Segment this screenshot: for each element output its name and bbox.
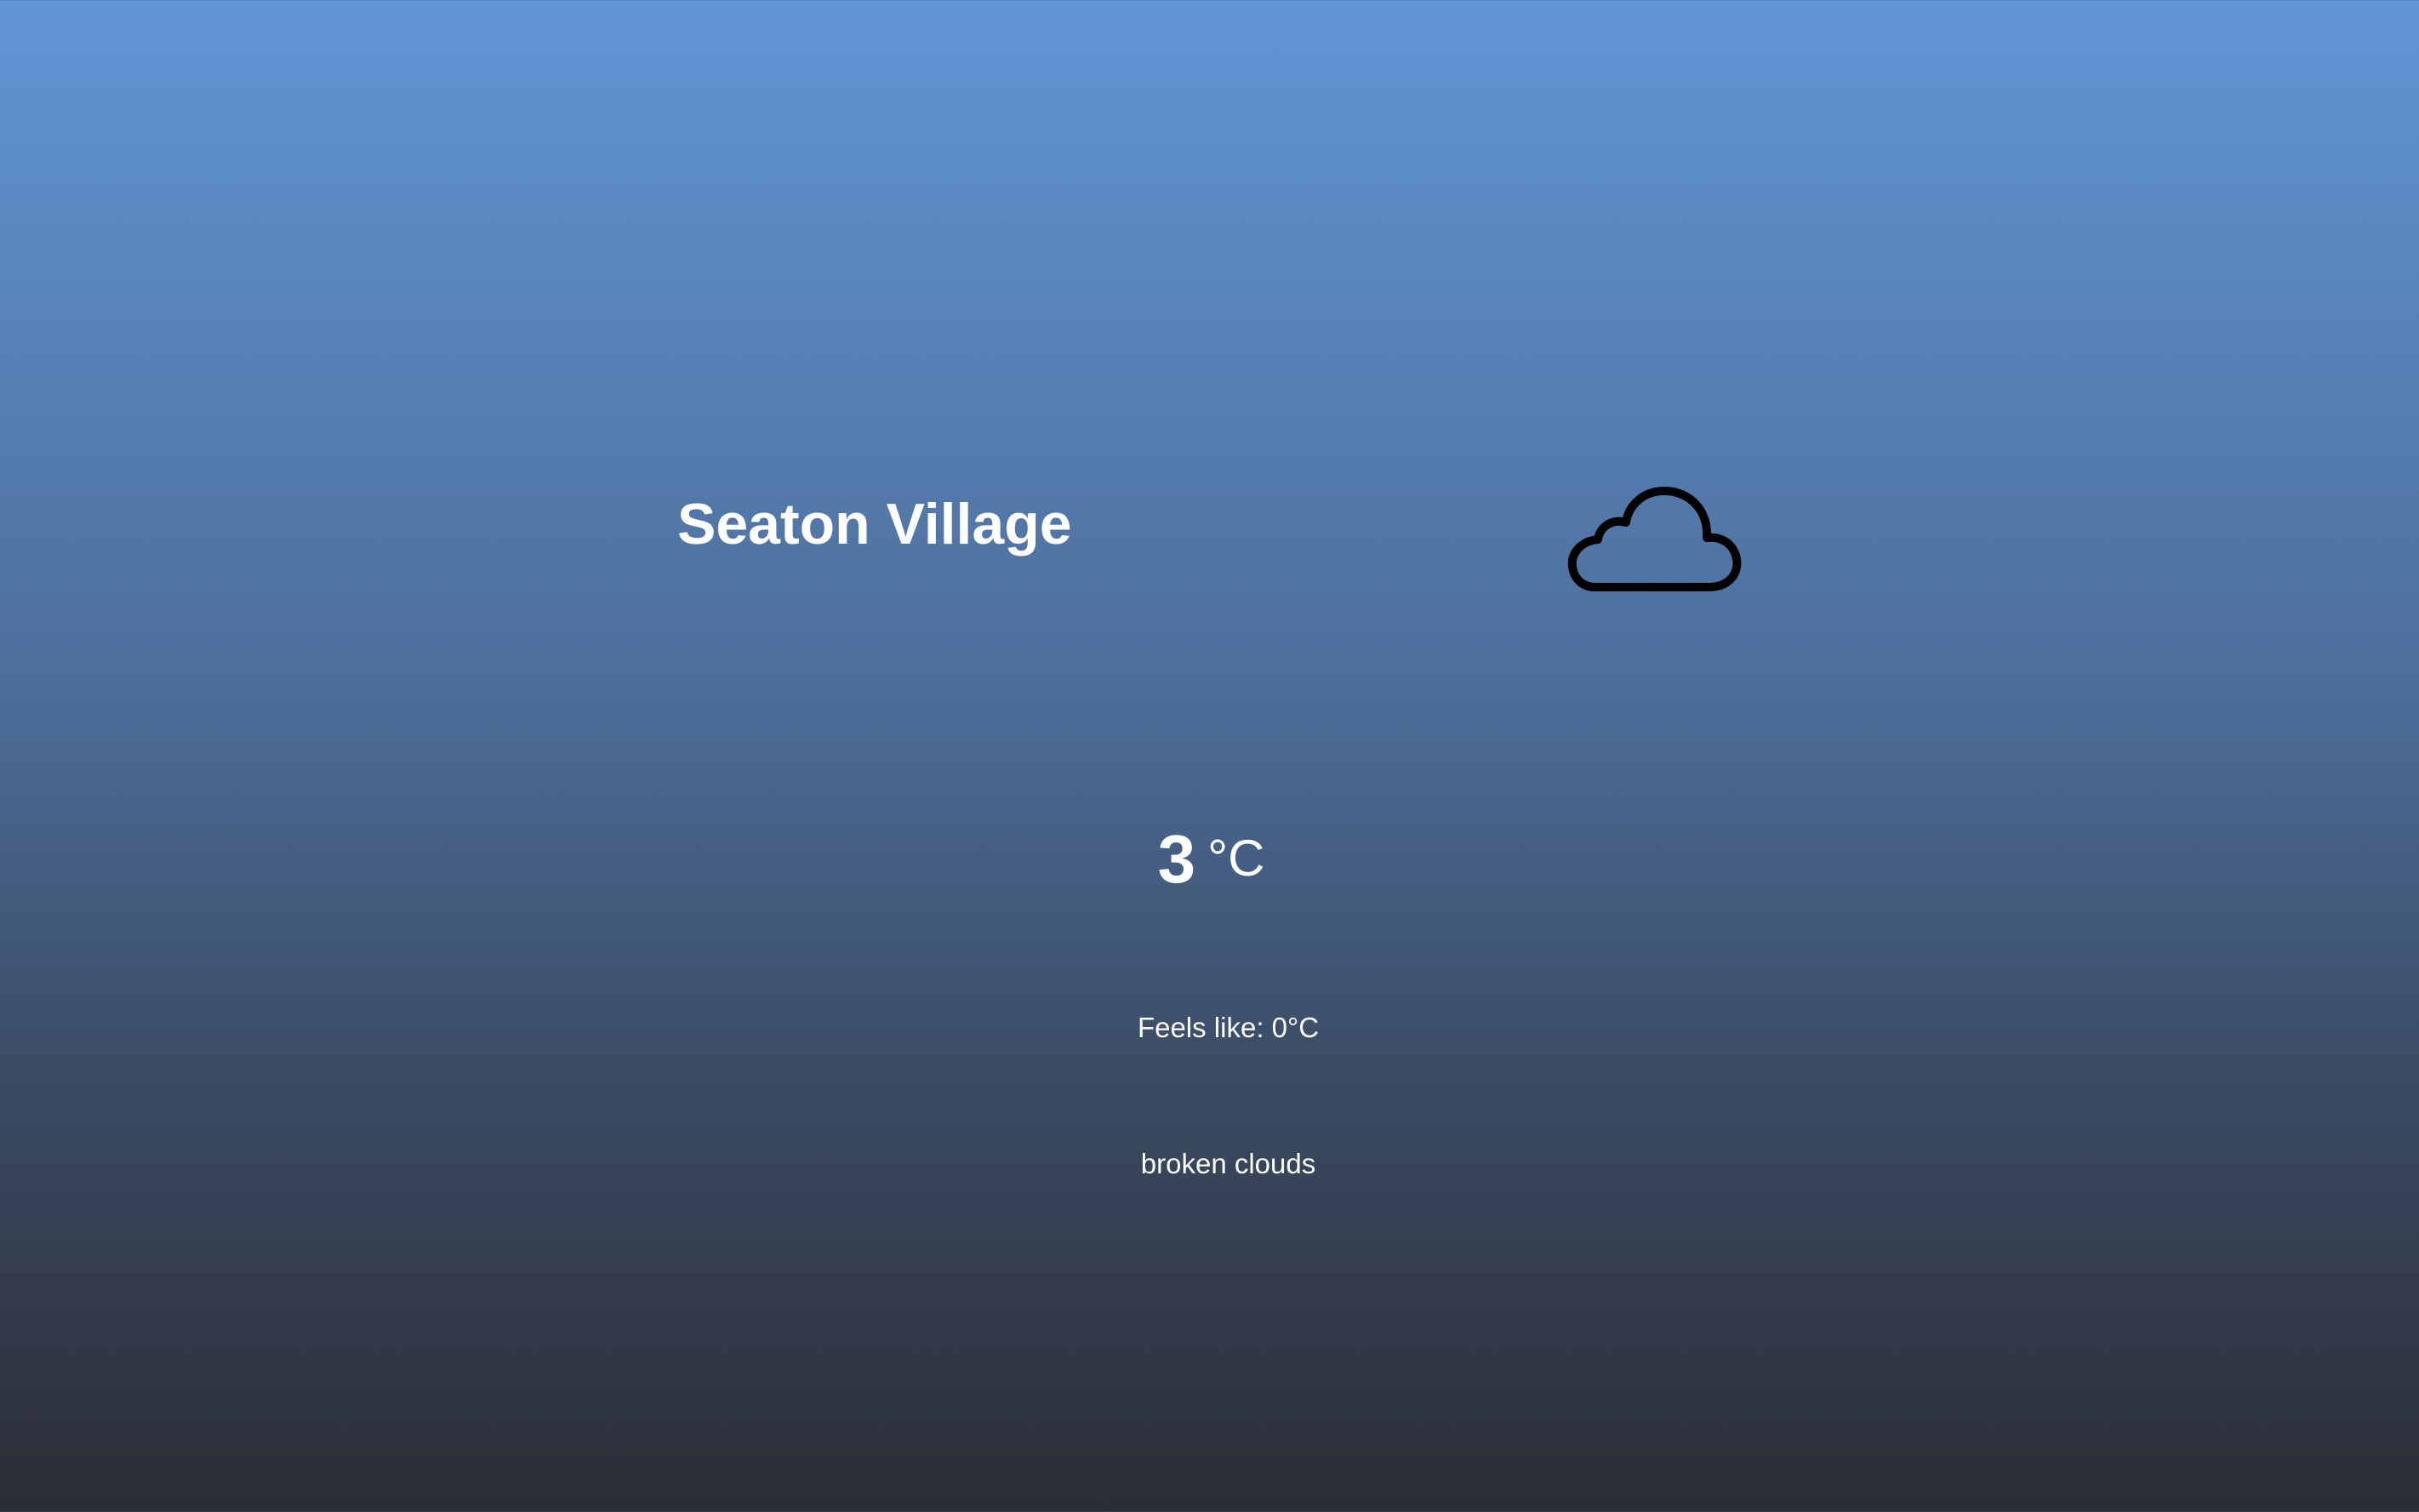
cloud-icon — [1567, 487, 1742, 591]
temperature-display: 3 °C — [0, 825, 2419, 893]
temperature-unit: °C — [1207, 830, 1265, 887]
temperature-value: 3 — [1157, 821, 1196, 897]
city-name: Seaton Village — [677, 492, 1072, 556]
feels-like-text: Feels like: 0°C — [1137, 1012, 1320, 1043]
weather-description: broken clouds — [1140, 1148, 1316, 1179]
